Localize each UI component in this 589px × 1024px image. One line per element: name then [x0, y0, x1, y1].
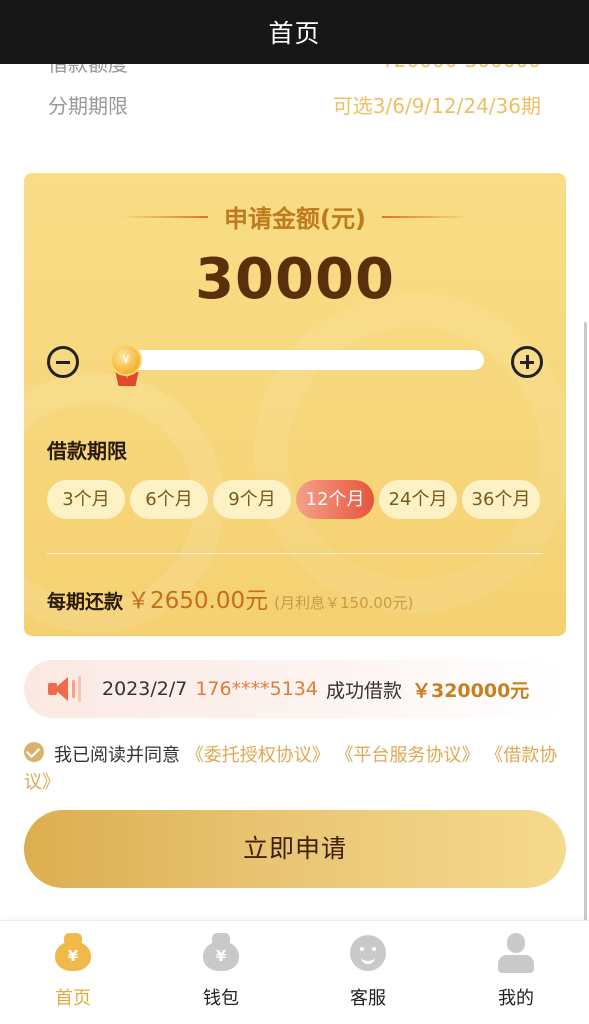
- profile-icon: [496, 933, 536, 973]
- amount-slider-track[interactable]: [111, 350, 484, 370]
- agreement-link-platform[interactable]: 《平台服务协议》: [335, 745, 479, 766]
- tab-profile[interactable]: 我的: [456, 921, 576, 1024]
- tab-home-label: 首页: [55, 988, 91, 1009]
- page-title: 首页: [268, 19, 321, 48]
- card-title: 申请金额(元): [24, 199, 566, 234]
- divider: [47, 553, 543, 554]
- increase-amount-button[interactable]: [511, 346, 543, 378]
- installment-term-value: 可选3/6/9/12/24/36期: [332, 94, 541, 118]
- loan-notice-banner: 2023/2/7 176****5134 成功借款 ￥320000元: [24, 660, 566, 718]
- tab-customer-service[interactable]: 客服: [308, 921, 428, 1024]
- agreement-row: 我已阅读并同意 《委托授权协议》 《平台服务协议》 《借款协议》: [24, 742, 564, 796]
- repayment-amount: ￥2650.00元: [127, 588, 269, 614]
- top-bar: 首页: [0, 0, 589, 64]
- tab-wallet[interactable]: ¥ 钱包: [161, 921, 281, 1024]
- notice-amount: ￥320000元: [411, 679, 530, 702]
- loan-card: 申请金额(元) 30000 ¥ 借款期限 3个月 6个月 9个月 12个月 24个月 36…: [24, 173, 566, 636]
- bag-symbol: ¥: [55, 941, 91, 971]
- term-option[interactable]: 12个月: [296, 480, 374, 519]
- tab-wallet-label: 钱包: [203, 988, 239, 1009]
- term-option[interactable]: 9个月: [213, 480, 291, 519]
- agreement-link-entrust[interactable]: 《委托授权协议》: [186, 745, 330, 766]
- bag-symbol: ¥: [203, 941, 239, 971]
- notice-date: 2023/2/7: [102, 678, 188, 700]
- notice-message: 成功借款: [325, 679, 402, 702]
- title-divider-left: [120, 215, 209, 218]
- loan-term-label: 借款期限: [47, 439, 127, 463]
- interest-note: (月利息￥150.00元): [274, 594, 414, 612]
- money-bag-icon: ¥: [53, 933, 93, 973]
- agreement-checkbox[interactable]: [24, 742, 44, 762]
- apply-amount-title: 申请金额(元): [224, 205, 366, 233]
- repayment-label: 每期还款: [47, 591, 124, 613]
- wallet-icon: ¥: [201, 933, 241, 973]
- term-option[interactable]: 6个月: [130, 480, 208, 519]
- agreement-prefix: 我已阅读并同意: [54, 745, 180, 766]
- apply-now-button[interactable]: 立即申请: [24, 810, 566, 888]
- repayment-info: 每期还款 ￥2650.00元 (月利息￥150.00元): [47, 581, 413, 615]
- notice-phone: 176****5134: [195, 678, 318, 700]
- agreement-text: 我已阅读并同意 《委托授权协议》 《平台服务协议》 《借款协议》: [24, 742, 564, 796]
- amount-slider-handle[interactable]: ¥: [108, 344, 146, 392]
- tab-home[interactable]: ¥ 首页: [13, 921, 133, 1024]
- installment-term-row: 分期期限 可选3/6/9/12/24/36期: [48, 90, 541, 119]
- apply-amount-value: 30000: [195, 247, 395, 312]
- coin-icon: ¥: [110, 344, 142, 376]
- term-option[interactable]: 3个月: [47, 480, 125, 519]
- tab-profile-label: 我的: [498, 988, 534, 1009]
- tab-customer-service-label: 客服: [350, 988, 386, 1009]
- customer-service-icon: [348, 933, 388, 973]
- scrollbar[interactable]: [584, 322, 587, 1012]
- term-option[interactable]: 36个月: [462, 480, 540, 519]
- speaker-icon: [48, 675, 82, 703]
- decrease-amount-button[interactable]: [47, 346, 79, 378]
- title-divider-right: [381, 215, 470, 218]
- card-decoration: [254, 293, 566, 613]
- installment-term-label: 分期期限: [48, 94, 128, 118]
- bottom-tab-bar: ¥ 首页 ¥ 钱包 客服 我的: [0, 920, 589, 1024]
- term-option[interactable]: 24个月: [379, 480, 457, 519]
